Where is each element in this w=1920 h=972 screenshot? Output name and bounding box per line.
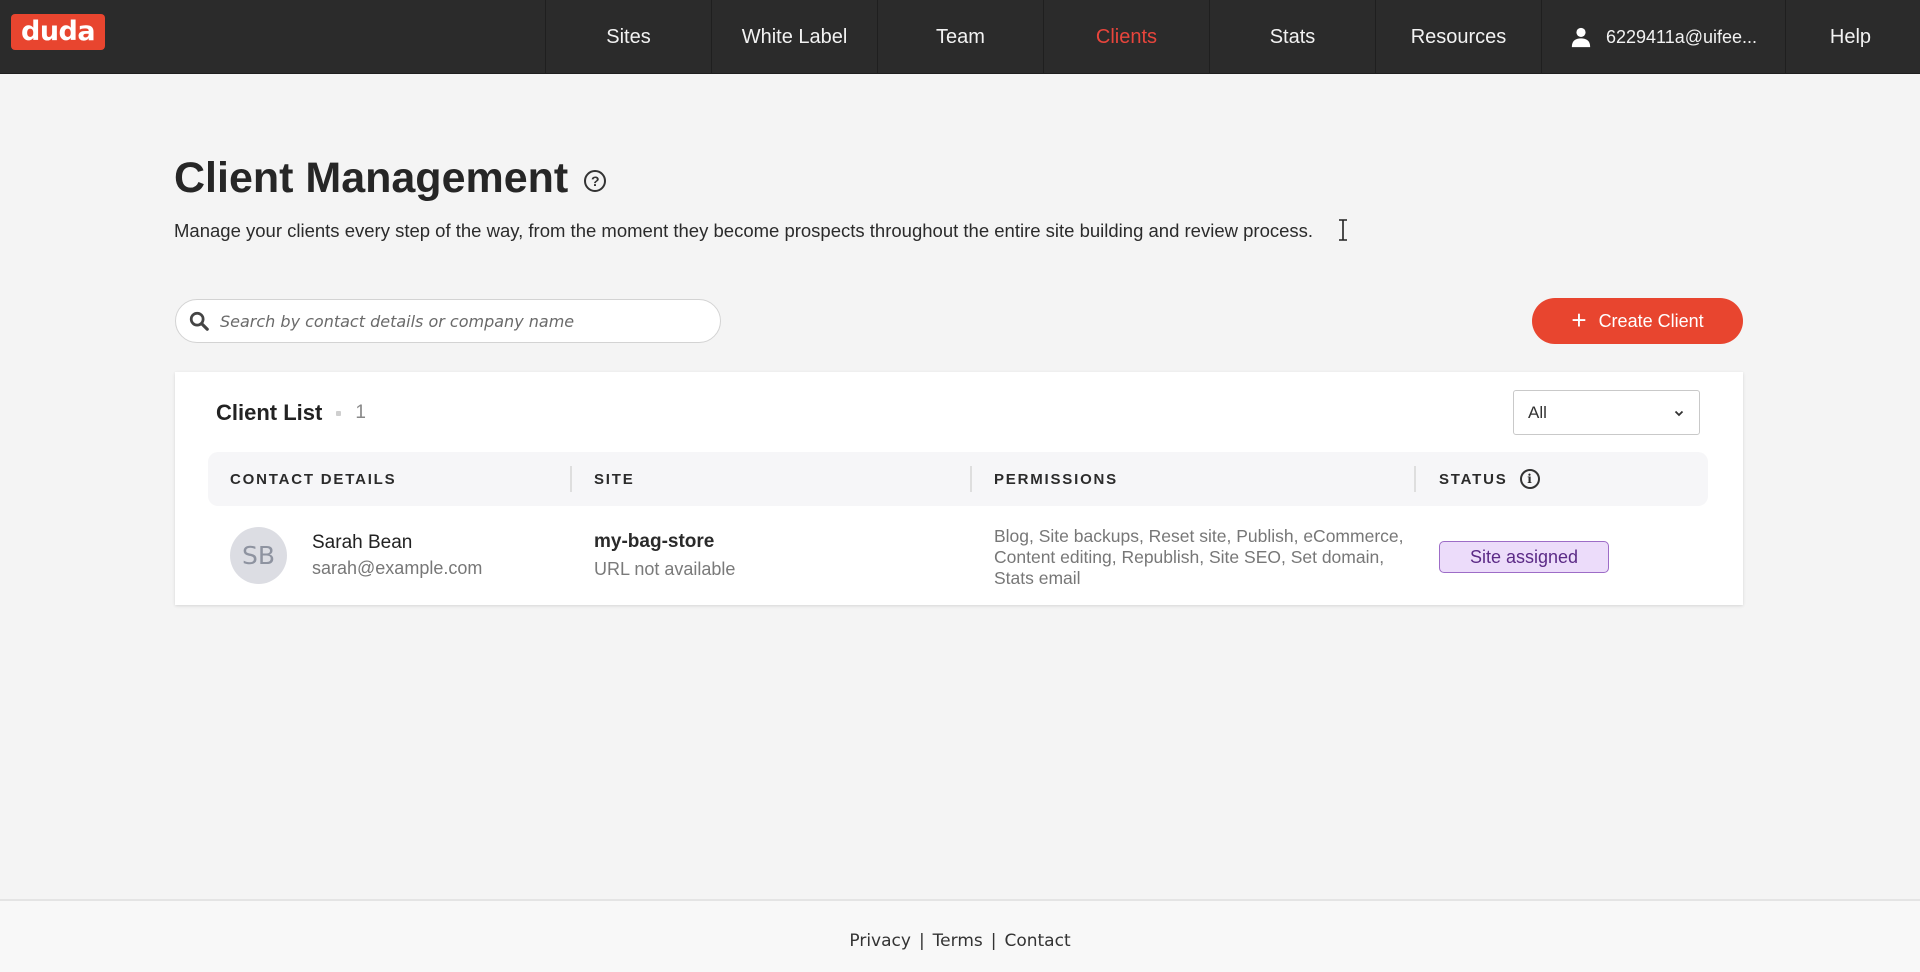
client-name[interactable]: Sarah Bean (312, 532, 412, 554)
client-email: sarah@example.com (312, 558, 483, 578)
nav-item-team[interactable]: Team (877, 0, 1043, 74)
main-nav: Sites White Label Team Clients Stats Res… (545, 0, 1915, 74)
nav-item-sites[interactable]: Sites (545, 0, 711, 74)
top-navigation-bar: duda Sites White Label Team Clients Stat… (0, 0, 1920, 74)
nav-item-white-label[interactable]: White Label (711, 0, 877, 74)
question-circle-icon[interactable]: ? (584, 169, 607, 192)
create-client-button[interactable]: + Create Client (1532, 298, 1743, 344)
nav-item-clients[interactable]: Clients (1043, 0, 1209, 74)
page-title: Client Management ? (174, 154, 607, 203)
search-icon (189, 311, 209, 331)
column-header-status: STATUS i (1439, 452, 1540, 506)
chevron-down-icon (1674, 410, 1684, 416)
permissions-list: Blog, Site backups, Reset site, Publish,… (994, 526, 1404, 588)
text-cursor-icon (1339, 219, 1347, 241)
site-url: URL not available (594, 559, 736, 579)
footer-links: Privacy | Terms | Contact (0, 931, 1920, 951)
footer-separator: | (918, 931, 925, 951)
plus-icon: + (1571, 305, 1587, 335)
site-name[interactable]: my-bag-store (594, 531, 714, 553)
separator-dot (336, 410, 342, 416)
client-count: 1 (355, 402, 366, 423)
status-badge: Site assigned (1439, 541, 1609, 573)
user-icon (1571, 27, 1591, 48)
column-header-contact-details[interactable]: CONTACT DETAILS (230, 452, 396, 506)
duda-logo[interactable]: duda (11, 14, 106, 50)
column-divider (970, 466, 972, 492)
account-email: 6229411a@uifee... (1605, 26, 1758, 47)
footer-link-privacy[interactable]: Privacy (849, 931, 911, 951)
search-field[interactable] (175, 299, 721, 343)
filter-selected-value: All (1528, 402, 1547, 422)
footer-separator: | (990, 931, 997, 951)
footer-link-terms[interactable]: Terms (933, 931, 983, 951)
footer-link-contact[interactable]: Contact (1004, 931, 1070, 951)
page-title-text: Client Management (174, 154, 569, 202)
info-icon[interactable]: i (1519, 469, 1540, 489)
column-divider (570, 466, 572, 492)
column-header-site[interactable]: SITE (594, 452, 635, 506)
column-divider (1414, 466, 1416, 492)
nav-item-help[interactable]: Help (1785, 0, 1915, 74)
status-filter-dropdown[interactable]: All (1513, 390, 1700, 435)
nav-item-stats[interactable]: Stats (1209, 0, 1375, 74)
table-row[interactable]: SB Sarah Bean sarah@example.com my-bag-s… (175, 506, 1743, 605)
create-client-label: Create Client (1598, 310, 1704, 331)
footer: Privacy | Terms | Contact (0, 899, 1920, 972)
client-list-card: Client List 1 All CONTACT DETAILS SITE P… (175, 372, 1743, 605)
client-list-title: Client List (216, 400, 323, 425)
client-list-heading: Client List 1 (216, 400, 366, 426)
search-input[interactable] (220, 311, 700, 331)
page-subtitle: Manage your clients every step of the wa… (174, 220, 1314, 241)
nav-item-resources[interactable]: Resources (1375, 0, 1541, 74)
avatar: SB (230, 527, 287, 584)
account-menu[interactable]: 6229411a@uifee... (1541, 0, 1785, 74)
status-header-label[interactable]: STATUS (1439, 471, 1508, 488)
table-header: CONTACT DETAILS SITE PERMISSIONS STATUS … (208, 452, 1708, 506)
column-header-permissions[interactable]: PERMISSIONS (994, 452, 1118, 506)
